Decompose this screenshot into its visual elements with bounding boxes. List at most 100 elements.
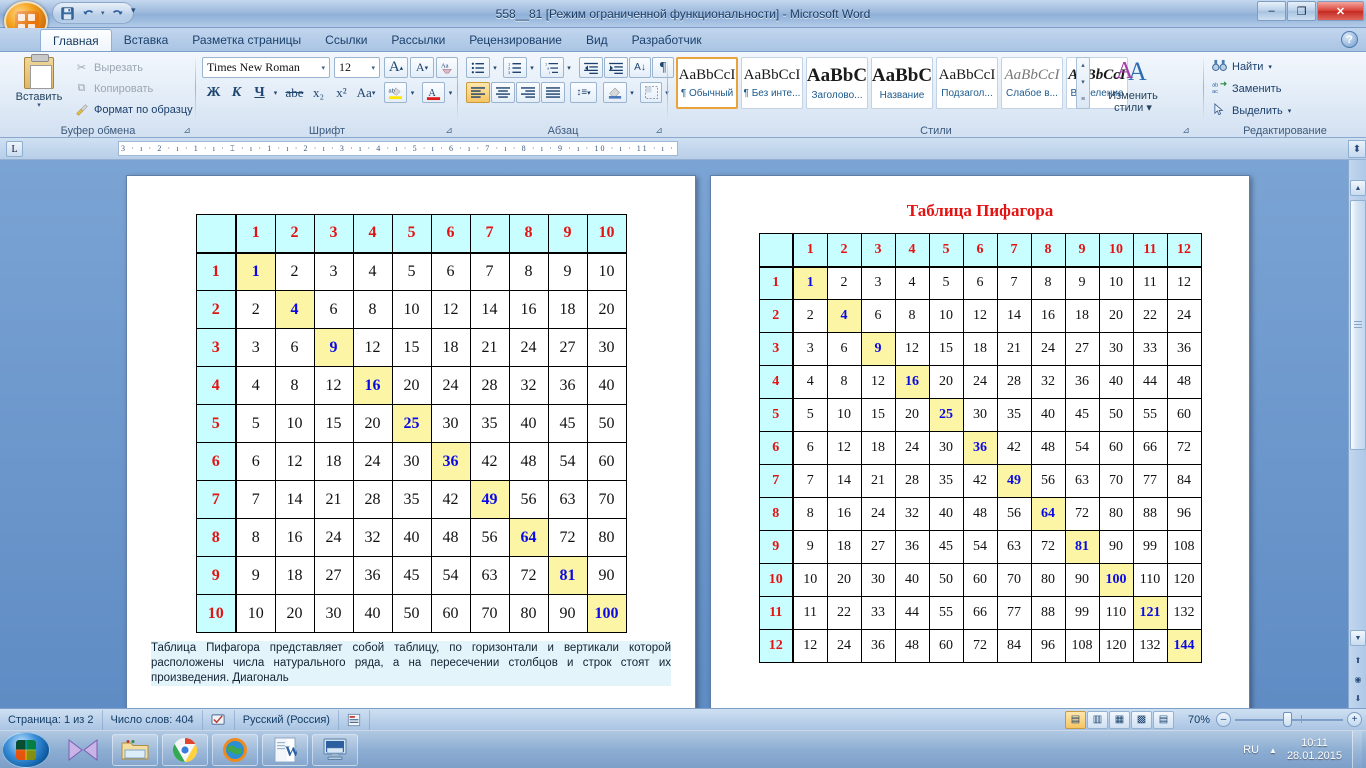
view-print-layout[interactable]: ▤	[1065, 710, 1086, 729]
replace-button[interactable]: ab ac Заменить	[1212, 79, 1281, 99]
next-page-button[interactable]: ⬇	[1351, 691, 1365, 705]
font-color-button[interactable]: A	[422, 82, 445, 103]
format-painter-button[interactable]: Формат по образцу	[74, 100, 193, 119]
align-right-button[interactable]	[516, 82, 540, 103]
style-item-5[interactable]: AaBbCcI Слабое в...	[1001, 57, 1063, 109]
minimize-button[interactable]: –	[1257, 1, 1286, 21]
italic-button[interactable]: К	[225, 82, 248, 103]
cut-button[interactable]: ✂ Вырезать	[74, 58, 143, 77]
zoom-track[interactable]	[1235, 711, 1343, 727]
bullets-caret[interactable]: ▾	[490, 57, 500, 78]
style-item-3[interactable]: AaBbC Название	[871, 57, 933, 109]
tab-page-layout[interactable]: Разметка страницы	[180, 29, 313, 51]
previous-page-button[interactable]: ⬆	[1351, 653, 1365, 667]
language-indicator[interactable]: RU	[1243, 744, 1259, 756]
restore-button[interactable]: ❐	[1287, 1, 1316, 21]
grow-font-button[interactable]: A ▴	[384, 57, 408, 78]
scroll-down-button[interactable]: ▼	[1350, 630, 1366, 646]
taskbar-item-browser[interactable]	[212, 734, 258, 766]
find-button[interactable]: Найти ▾	[1212, 57, 1272, 77]
save-icon[interactable]	[57, 4, 77, 22]
style-item-4[interactable]: AaBbCcI Подзагол...	[936, 57, 998, 109]
find-caret[interactable]: ▾	[1268, 63, 1272, 71]
bold-button[interactable]: Ж	[202, 82, 225, 103]
align-left-button[interactable]	[466, 82, 490, 103]
borders-button[interactable]	[640, 82, 662, 103]
styles-scroll-down-icon[interactable]: ▾	[1081, 75, 1085, 91]
numbering-button[interactable]: 123	[503, 57, 527, 78]
show-desktop-button[interactable]	[1352, 731, 1362, 768]
underline-button[interactable]: Ч	[248, 82, 271, 103]
page-indicator[interactable]: Страница: 1 из 2	[0, 709, 103, 730]
sort-button[interactable]: А↓	[629, 57, 651, 78]
styles-gallery-scrollbar[interactable]: ▴ ▾ ≡	[1076, 57, 1090, 109]
tab-stop-selector[interactable]: L	[6, 141, 23, 157]
subscript-button[interactable]: x₂	[307, 82, 330, 103]
horizontal-ruler[interactable]: 3 · ı · 2 · ı · 1 · ı · ⌶ · ı · 1 · ı · …	[118, 141, 678, 156]
align-center-button[interactable]	[491, 82, 515, 103]
tab-home[interactable]: Главная	[40, 29, 112, 51]
select-button[interactable]: Выделить ▾	[1212, 101, 1291, 121]
help-icon[interactable]: ?	[1341, 31, 1358, 48]
document-page-2[interactable]: Таблица Пифагора 1 2 3 4 5 6 7 8 9 10 11 12 1 1 2 3 4 5 6 7…	[710, 175, 1250, 708]
strikethrough-button[interactable]: abe	[282, 82, 307, 103]
underline-caret[interactable]: ▾	[270, 82, 281, 103]
start-button[interactable]	[2, 732, 50, 768]
paste-dropdown-caret[interactable]: ▾	[37, 102, 41, 109]
font-name-input[interactable]: Times New Roman ▾	[202, 57, 330, 78]
shading-caret[interactable]: ▾	[627, 82, 637, 103]
scroll-thumb[interactable]	[1350, 200, 1366, 450]
taskbar-item-media-player[interactable]	[60, 734, 106, 766]
tab-mailings[interactable]: Рассылки	[379, 29, 457, 51]
clear-formatting-button[interactable]: Aa	[436, 57, 458, 78]
document-page-1[interactable]: 1 2 3 4 5 6 7 8 9 10 1 1 2 3 4 5 6 7 8 9 10 2 2 4 6 8 10 12 14 16 18 20…	[126, 175, 696, 708]
clock[interactable]: 10:11 28.01.2015	[1287, 737, 1342, 763]
paste-button[interactable]: Вставить ▾	[10, 54, 68, 116]
macro-icon[interactable]	[339, 709, 370, 730]
view-full-screen-reading[interactable]: ▥	[1087, 710, 1108, 729]
style-item-2[interactable]: AaBbC Заголово...	[806, 57, 868, 109]
customize-qat-caret[interactable]: ▾	[131, 5, 136, 16]
spellcheck-icon[interactable]	[203, 709, 235, 730]
document-canvas[interactable]: 1 2 3 4 5 6 7 8 9 10 1 1 2 3 4 5 6 7 8 9 10 2 2 4 6 8 10 12 14 16 18 20…	[0, 160, 1366, 708]
undo-icon[interactable]	[79, 4, 99, 22]
close-button[interactable]: ✕	[1317, 1, 1364, 21]
tab-view[interactable]: Вид	[574, 29, 620, 51]
word-count[interactable]: Число слов: 404	[103, 709, 203, 730]
taskbar-item-remote-desktop[interactable]	[312, 734, 358, 766]
text-highlight-button[interactable]: ab	[384, 82, 407, 103]
taskbar-item-chrome[interactable]	[162, 734, 208, 766]
scroll-up-button[interactable]: ▲	[1350, 180, 1366, 196]
font-name-caret[interactable]: ▾	[321, 64, 325, 72]
styles-dialog-launcher[interactable]: ⊿	[1180, 124, 1192, 136]
change-case-button[interactable]: Aa ▾	[353, 82, 379, 103]
clipboard-dialog-launcher[interactable]: ⊿	[181, 124, 193, 136]
view-outline[interactable]: ▩	[1131, 710, 1152, 729]
view-draft[interactable]: ▤	[1153, 710, 1174, 729]
multilevel-list-button[interactable]: 1ai	[540, 57, 564, 78]
increase-indent-button[interactable]	[604, 57, 628, 78]
tab-insert[interactable]: Вставка	[112, 29, 181, 51]
shading-button[interactable]	[603, 82, 627, 103]
highlight-caret[interactable]: ▾	[407, 82, 418, 103]
font-dialog-launcher[interactable]: ⊿	[443, 124, 455, 136]
vertical-scrollbar[interactable]: ▲ ▼ ⬆ ◉ ⬇	[1348, 160, 1366, 708]
redo-icon[interactable]	[107, 4, 127, 22]
bullets-button[interactable]	[466, 57, 490, 78]
zoom-level[interactable]: 70%	[1180, 714, 1210, 726]
copy-button[interactable]: ⧉ Копировать	[74, 79, 154, 98]
multilevel-caret[interactable]: ▾	[564, 57, 574, 78]
line-spacing-button[interactable]: ↕≡ ▾	[570, 82, 597, 103]
view-web-layout[interactable]: ▦	[1109, 710, 1130, 729]
style-item-0[interactable]: AaBbCcI ¶ Обычный	[676, 57, 738, 109]
style-item-1[interactable]: AaBbCcI ¶ Без инте...	[741, 57, 803, 109]
tab-references[interactable]: Ссылки	[313, 29, 379, 51]
shrink-font-button[interactable]: A ▾	[410, 57, 434, 78]
font-size-input[interactable]: 12 ▾	[334, 57, 380, 78]
tab-review[interactable]: Рецензирование	[457, 29, 574, 51]
font-color-caret[interactable]: ▾	[445, 82, 456, 103]
zoom-slider[interactable]: – +	[1216, 711, 1362, 727]
superscript-button[interactable]: x²	[330, 82, 353, 103]
change-styles-button[interactable]: AA Изменить стили ▾	[1100, 56, 1166, 114]
justify-button[interactable]	[541, 82, 565, 103]
